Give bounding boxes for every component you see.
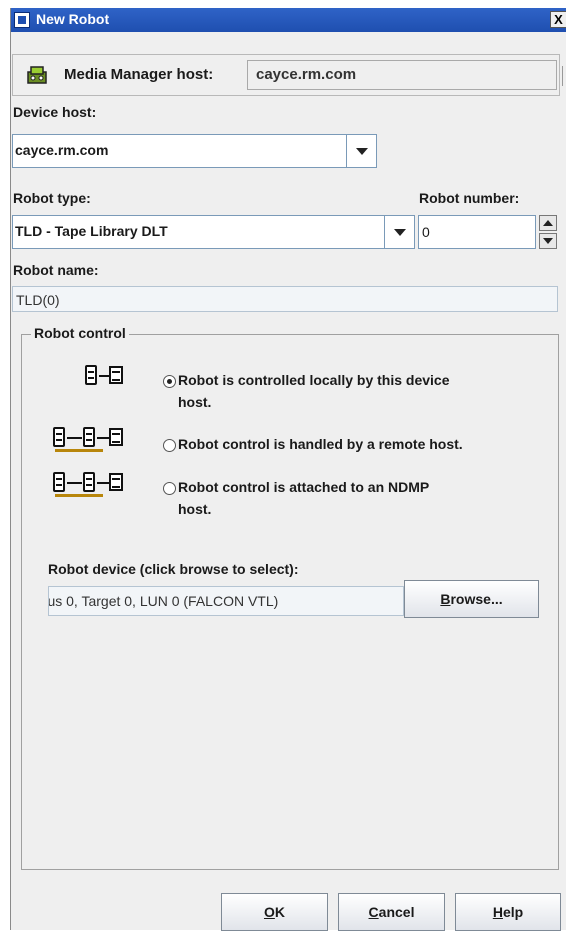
server-icon [83,472,95,492]
device-host-value: cayce.rm.com [15,142,109,158]
cancel-button[interactable]: Cancel [338,893,445,931]
link-icon [67,437,82,439]
cancel-accel: C [368,904,379,920]
browse-accel: B [440,591,451,607]
robot-type-value: TLD - Tape Library DLT [15,223,168,239]
robot-type-combo[interactable]: TLD - Tape Library DLT [12,215,415,249]
title-bar: New Robot X [11,8,566,32]
browse-label: rowse... [450,591,503,607]
ndmp-control-label-line2[interactable]: host. [178,499,211,519]
window-title: New Robot [36,11,110,27]
tape-library-icon [109,473,123,491]
server-icon [53,427,65,447]
server-icon [85,365,97,385]
robot-type-label: Robot type: [13,190,91,206]
media-manager-label: Media Manager host: [64,66,214,83]
local-control-label-line1[interactable]: Robot is controlled locally by this devi… [178,370,450,390]
new-robot-dialog: New Robot X Media Manager host: cayce.rm… [10,8,566,931]
local-control-radio[interactable] [163,375,176,388]
help-label: elp [502,904,524,920]
link-icon [97,482,109,484]
robot-number-input[interactable]: 0 [418,215,536,249]
device-host-combo[interactable]: cayce.rm.com [12,134,377,168]
robot-number-label: Robot number: [419,190,520,206]
robot-control-title: Robot control [31,325,129,341]
browse-button[interactable]: Browse... [404,580,539,618]
help-button[interactable]: Help [455,893,561,931]
link-icon [97,437,109,439]
robot-device-value: Port 3, Bus 0, Target 0, LUN 0 (FALCON V… [48,593,279,609]
local-control-label-line2[interactable]: host. [178,392,211,412]
panel-edge [562,66,566,86]
robot-device-field: Port 3, Bus 0, Target 0, LUN 0 (FALCON V… [48,586,404,616]
spin-up-button[interactable] [539,215,557,231]
network-icon [55,494,103,497]
media-manager-field: cayce.rm.com [247,60,557,90]
media-manager-icon [27,66,47,84]
tape-library-icon [109,366,123,384]
server-icon [83,427,95,447]
remote-control-label[interactable]: Robot control is handled by a remote hos… [178,434,463,454]
ndmp-control-label-line1[interactable]: Robot control is attached to an NDMP [178,477,429,497]
server-icon [53,472,65,492]
link-icon [67,482,82,484]
spin-down-button[interactable] [539,233,557,249]
robot-name-field: TLD(0) [12,286,558,312]
media-manager-row: Media Manager host: cayce.rm.com [12,54,560,96]
chevron-down-icon[interactable] [346,135,376,167]
app-icon [14,12,30,28]
help-accel: H [492,904,503,920]
chevron-down-icon[interactable] [384,216,414,248]
ndmp-control-radio[interactable] [163,482,176,495]
cancel-label: ancel [378,904,415,920]
link-icon [99,375,109,377]
network-icon [55,449,103,452]
ok-accel: O [263,904,275,920]
device-host-label: Device host: [13,104,97,120]
ok-label: K [274,904,285,920]
robot-device-label: Robot device (click browse to select): [48,561,299,577]
tape-library-icon [109,428,123,446]
remote-control-radio[interactable] [163,439,176,452]
close-button[interactable]: X [550,11,566,28]
robot-name-label: Robot name: [13,262,99,278]
ok-button[interactable]: OK [221,893,328,931]
